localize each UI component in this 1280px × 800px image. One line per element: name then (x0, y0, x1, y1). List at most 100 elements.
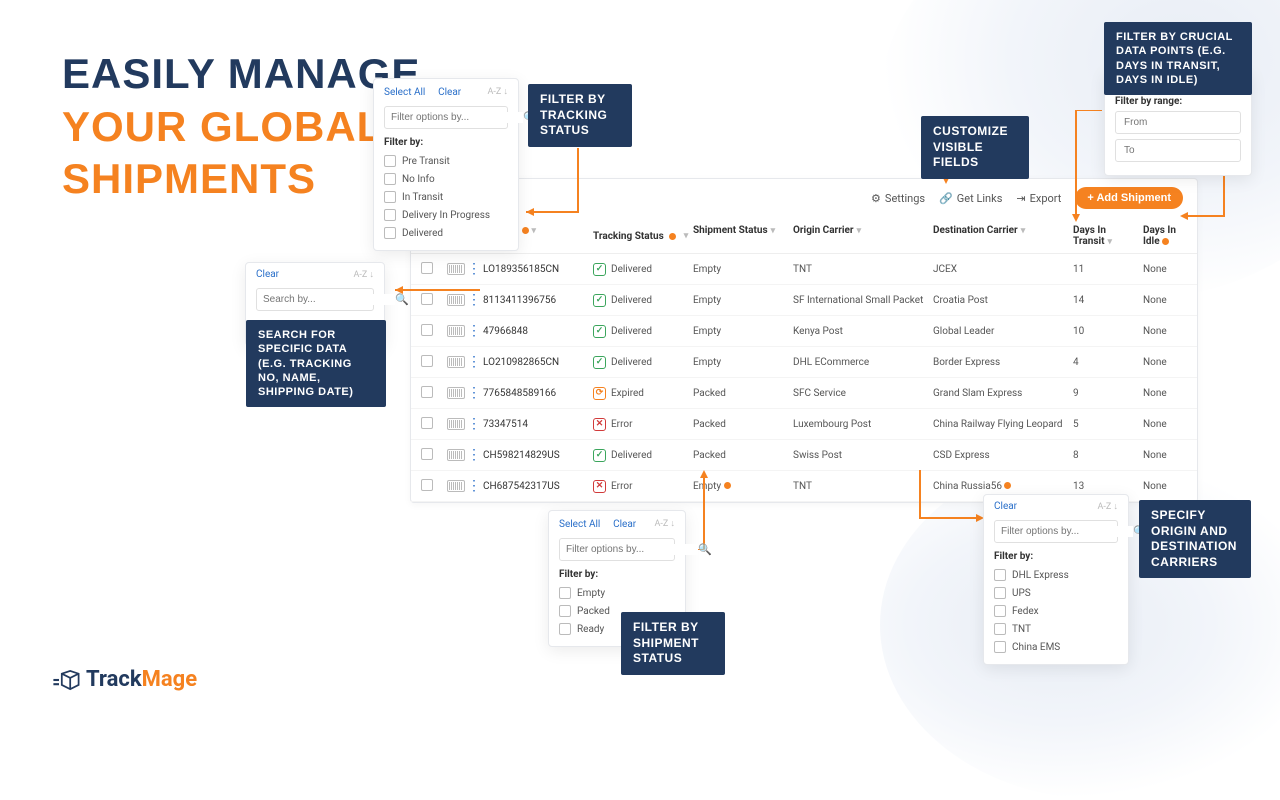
row-menu-icon[interactable]: ⋮ (467, 388, 483, 398)
checkbox[interactable] (994, 605, 1006, 617)
checkbox[interactable] (384, 227, 396, 239)
row-checkbox[interactable] (421, 355, 433, 367)
origin-carrier: Kenya Post (793, 326, 933, 337)
callout-datapoints: Filter by crucial data points (e.g. Days… (1104, 22, 1252, 95)
shipment-status: Empty (693, 357, 793, 368)
col-shipment-header[interactable]: Shipment Status (693, 225, 768, 236)
get-links-button[interactable]: 🔗 Get Links (939, 192, 1002, 205)
row-checkbox[interactable] (421, 417, 433, 429)
filter-options-input[interactable] (1001, 526, 1133, 537)
table-row[interactable]: ⋮ 8113411396756 ✓Delivered Empty SF Inte… (411, 285, 1197, 316)
days-in-idle: None (1143, 481, 1193, 492)
arrow-range (1072, 110, 1108, 225)
status-icon: ✕ (593, 418, 606, 431)
days-in-idle: None (1143, 357, 1193, 368)
row-checkbox[interactable] (421, 386, 433, 398)
table-row[interactable]: ⋮ LO210982865CN ✓Delivered Empty DHL ECo… (411, 347, 1197, 378)
row-checkbox[interactable] (421, 262, 433, 274)
destination-carrier: Croatia Post (933, 295, 1073, 306)
tracking-status: Delivered (611, 264, 652, 275)
select-all-link[interactable]: Select All (559, 519, 600, 530)
range-to-input[interactable] (1115, 139, 1241, 162)
option-label: No Info (402, 174, 435, 185)
row-menu-icon[interactable]: ⋮ (467, 264, 483, 274)
days-in-idle: None (1143, 450, 1193, 461)
tracking-status: Error (611, 419, 632, 430)
checkbox[interactable] (559, 587, 571, 599)
sort-az[interactable]: A-Z ↓ (655, 518, 675, 529)
table-row[interactable]: ⋮ 7765848589166 ⟳Expired Packed SFC Serv… (411, 378, 1197, 409)
range-label: Filter by range: (1115, 96, 1241, 107)
status-icon: ⟳ (593, 387, 606, 400)
sort-az[interactable]: A-Z ↓ (354, 269, 374, 280)
hero-title: EASILY MANAGE YOUR GLOBAL SHIPMENTS (62, 48, 420, 206)
barcode-icon (447, 356, 465, 368)
logo-icon (52, 669, 80, 691)
origin-carrier: SFC Service (793, 388, 933, 399)
select-all-link[interactable]: Select All (384, 87, 425, 98)
callout-shipment: Filter by Shipment Status (621, 612, 725, 675)
destination-carrier: Border Express (933, 357, 1073, 368)
option-label: Delivery In Progress (402, 210, 490, 221)
row-menu-icon[interactable]: ⋮ (467, 357, 483, 367)
sort-az[interactable]: A-Z ↓ (488, 86, 508, 97)
option-label: In Transit (402, 192, 443, 203)
settings-button[interactable]: ⚙ Settings (871, 192, 925, 205)
origin-carrier: DHL ECommerce (793, 357, 933, 368)
checkbox[interactable] (559, 623, 571, 635)
option-label: UPS (1012, 588, 1031, 599)
checkbox[interactable] (994, 641, 1006, 653)
filter-options-input[interactable] (566, 544, 698, 555)
status-icon: ✓ (593, 294, 606, 307)
option-label: Delivered (402, 228, 443, 239)
checkbox[interactable] (994, 587, 1006, 599)
clear-link[interactable]: Clear (994, 501, 1017, 512)
filter-options-input[interactable] (391, 112, 523, 123)
days-in-transit: 14 (1073, 295, 1143, 306)
table-row[interactable]: ⋮ LO189356185CN ✓Delivered Empty TNT JCE… (411, 254, 1197, 285)
col-tracking-header[interactable]: Tracking Status (593, 231, 664, 242)
days-in-transit: 8 (1073, 450, 1143, 461)
destination-carrier: Grand Slam Express (933, 388, 1073, 399)
clear-link[interactable]: Clear (256, 269, 279, 280)
origin-carrier: SF International Small Packet (793, 295, 933, 306)
export-button[interactable]: ⇥ Export (1016, 192, 1061, 205)
sort-az[interactable]: A-Z ↓ (1098, 501, 1118, 512)
tracking-number: 7765848589166 (483, 388, 593, 399)
logo-text-mage: Mage (142, 667, 197, 692)
tracking-number: CH687542317US (483, 481, 593, 492)
table-row[interactable]: ⋮ CH598214829US ✓Delivered Packed Swiss … (411, 440, 1197, 471)
checkbox[interactable] (994, 569, 1006, 581)
checkbox[interactable] (384, 173, 396, 185)
checkbox[interactable] (384, 191, 396, 203)
callout-customize: Customize Visible Fields (921, 116, 1029, 179)
checkbox[interactable] (384, 209, 396, 221)
origin-carrier: Luxembourg Post (793, 419, 933, 430)
col-origin-header[interactable]: Origin Carrier (793, 225, 854, 236)
row-checkbox[interactable] (421, 448, 433, 460)
row-menu-icon[interactable]: ⋮ (467, 481, 483, 491)
option-label: DHL Express (1012, 570, 1069, 581)
clear-link[interactable]: Clear (438, 87, 461, 98)
search-input[interactable] (263, 294, 395, 305)
option-label: TNT (1012, 624, 1031, 635)
col-dest-header[interactable]: Destination Carrier (933, 225, 1018, 236)
checkbox[interactable] (994, 623, 1006, 635)
col-days-header[interactable]: Days In Transit (1073, 225, 1106, 247)
table-row[interactable]: ⋮ 47966848 ✓Delivered Empty Kenya Post G… (411, 316, 1197, 347)
tracking-number: LO189356185CN (483, 264, 593, 275)
option-label: Ready (577, 624, 604, 635)
checkbox[interactable] (559, 605, 571, 617)
row-checkbox[interactable] (421, 479, 433, 491)
checkbox[interactable] (384, 155, 396, 167)
clear-link[interactable]: Clear (613, 519, 636, 530)
row-menu-icon[interactable]: ⋮ (467, 419, 483, 429)
row-menu-icon[interactable]: ⋮ (467, 450, 483, 460)
search-icon: 🔍 (395, 293, 409, 306)
origin-carrier: Swiss Post (793, 450, 933, 461)
table-row[interactable]: ⋮ 73347514 ✕Error Packed Luxembourg Post… (411, 409, 1197, 440)
row-checkbox[interactable] (421, 324, 433, 336)
range-from-input[interactable] (1115, 111, 1241, 134)
row-menu-icon[interactable]: ⋮ (467, 326, 483, 336)
col-idle-header[interactable]: Days In Idle (1143, 225, 1176, 247)
